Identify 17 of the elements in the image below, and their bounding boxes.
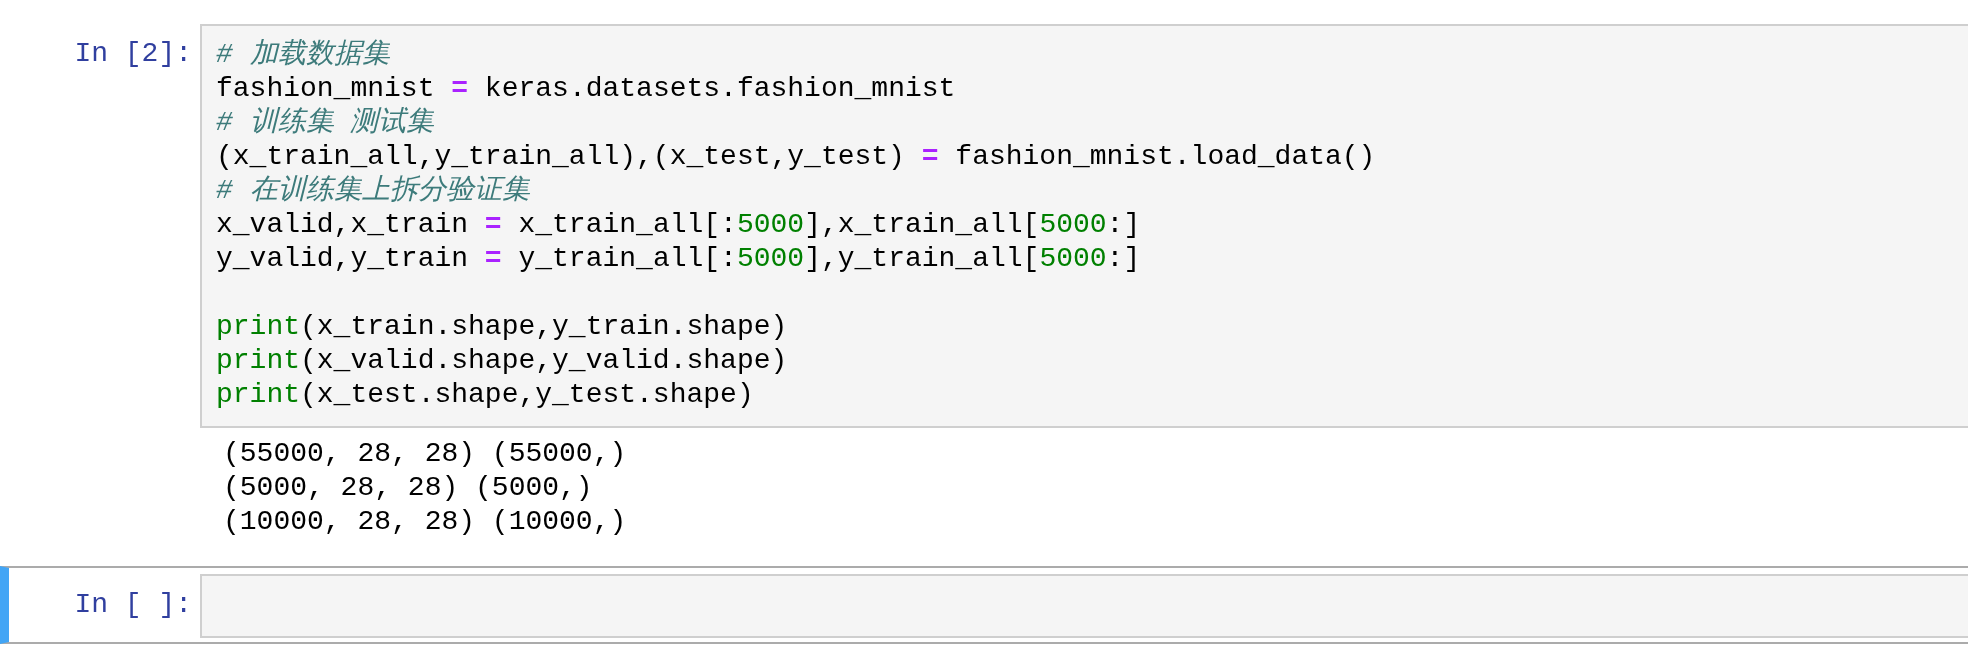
code-line: x_valid,x_train = x_train_all[:5000],x_train_all[5000:] (216, 208, 1142, 242)
code-line: print(x_train.shape,y_train.shape) (216, 310, 789, 344)
code-line: print(x_valid.shape,y_valid.shape) (216, 344, 789, 378)
code-line: y_valid,y_train = y_train_all[:5000],y_train_all[5000:] (216, 242, 1142, 276)
code-line: fashion_mnist = keras.datasets.fashion_mnist (216, 72, 957, 106)
code-editor[interactable] (200, 24, 1968, 428)
selected-cell[interactable]: In [ ]: (0, 566, 1968, 644)
code-line: print(x_test.shape,y_test.shape) (216, 378, 755, 412)
code-line: # 加载数据集 (216, 38, 391, 72)
input-prompt: In [2]: (73, 37, 193, 71)
input-prompt: In [ ]: (73, 588, 193, 622)
code-line: # 在训练集上拆分验证集 (216, 174, 531, 208)
code-line: (x_train_all,y_train_all),(x_test,y_test) = fashion_mnist.load_data() (216, 140, 1377, 174)
output-line: (5000, 28, 28) (5000,) (223, 471, 594, 505)
output-line: (55000, 28, 28) (55000,) (223, 437, 628, 471)
code-line: # 训练集 测试集 (216, 106, 436, 140)
output-line: (10000, 28, 28) (10000,) (223, 505, 628, 539)
